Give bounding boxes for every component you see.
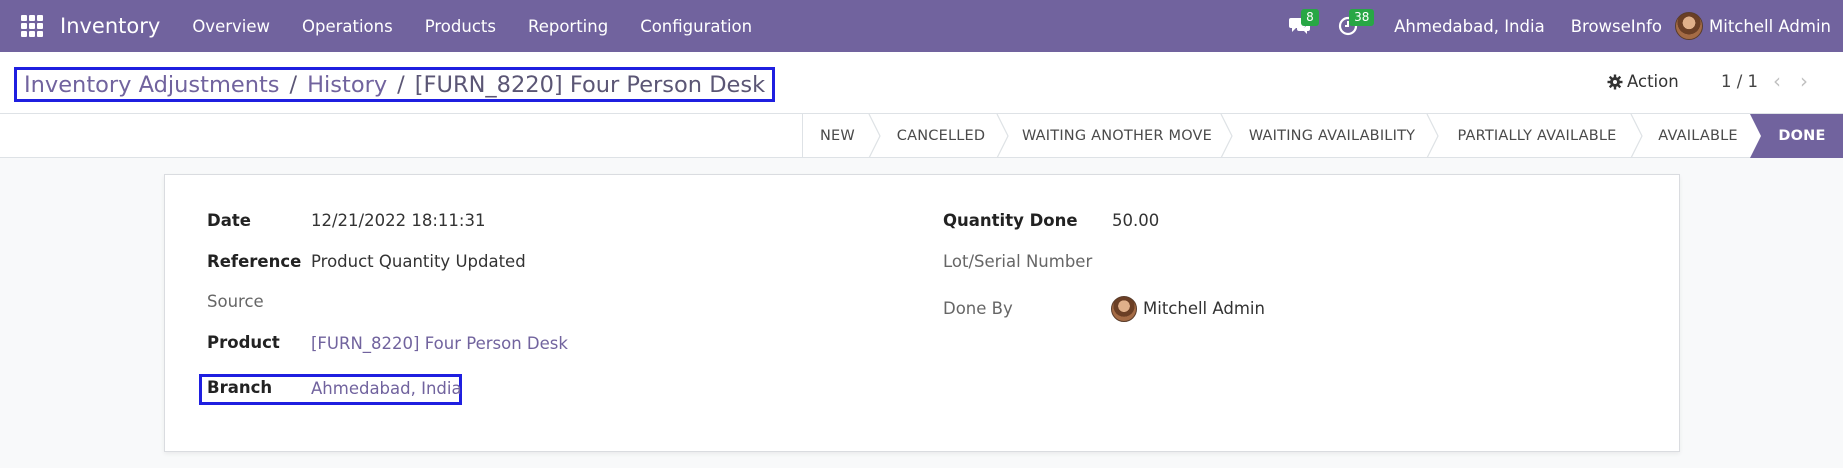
top-navbar: Inventory Overview Operations Products R… <box>0 0 1843 52</box>
breadcrumb-separator: / <box>289 71 298 98</box>
breadcrumb-history[interactable]: History <box>307 72 387 98</box>
menu-reporting[interactable]: Reporting <box>512 17 624 36</box>
reference-label: Reference <box>207 252 302 271</box>
gear-icon <box>1607 74 1623 89</box>
user-menu[interactable]: Mitchell Admin <box>1675 12 1831 40</box>
lot-serial-label: Lot/Serial Number <box>943 252 1093 271</box>
menu-operations[interactable]: Operations <box>286 17 409 36</box>
quantity-done-value: 50.00 <box>1112 211 1160 230</box>
messages-badge: 8 <box>1301 9 1319 26</box>
user-name: Mitchell Admin <box>1709 16 1831 36</box>
stage-cancelled[interactable]: CANCELLED <box>882 114 1000 158</box>
app-name[interactable]: Inventory <box>60 14 160 38</box>
messages-button[interactable]: 8 <box>1285 9 1319 41</box>
stage-waiting-availability[interactable]: WAITING AVAILABILITY <box>1234 114 1430 158</box>
stage-new[interactable]: NEW <box>802 114 872 158</box>
menu-configuration[interactable]: Configuration <box>624 17 768 36</box>
menu-overview[interactable]: Overview <box>176 17 286 36</box>
action-button[interactable]: Action <box>1607 72 1679 91</box>
stage-separator-icon <box>868 114 881 158</box>
done-by-value[interactable]: Mitchell Admin <box>1143 299 1265 318</box>
branch-link[interactable]: Ahmedabad, India <box>311 379 462 398</box>
product-link[interactable]: [FURN_8220] Four Person Desk <box>311 334 568 353</box>
quantity-done-label: Quantity Done <box>943 211 1078 230</box>
main-menu: Overview Operations Products Reporting C… <box>176 17 768 36</box>
stage-separator-icon <box>1630 114 1643 158</box>
reference-value: Product Quantity Updated <box>311 252 526 271</box>
stage-available[interactable]: AVAILABLE <box>1644 114 1752 158</box>
stage-separator-icon <box>1220 114 1233 158</box>
product-label: Product <box>207 333 280 352</box>
date-label: Date <box>207 211 251 230</box>
stage-separator-icon <box>996 114 1009 158</box>
date-value: 12/21/2022 18:11:31 <box>311 211 486 230</box>
avatar <box>1111 296 1137 322</box>
pager-value[interactable]: 1 / 1 <box>1721 72 1758 91</box>
breadcrumb-current-record: [FURN_8220] Four Person Desk <box>414 71 766 98</box>
pager-previous-icon[interactable]: ‹ <box>1773 69 1781 93</box>
done-by-label: Done By <box>943 299 1013 318</box>
control-panel: Inventory Adjustments / History / [FURN_… <box>0 52 1843 114</box>
stage-waiting-another-move[interactable]: WAITING ANOTHER MOVE <box>1010 114 1224 158</box>
activities-badge: 38 <box>1349 9 1375 26</box>
source-label: Source <box>207 292 264 311</box>
pager-next-icon[interactable]: › <box>1800 69 1808 93</box>
org-switcher[interactable]: BrowseInfo <box>1571 17 1662 36</box>
company-switcher[interactable]: Ahmedabad, India <box>1394 17 1545 36</box>
status-bar: NEW CANCELLED WAITING ANOTHER MOVE WAITI… <box>0 114 1843 158</box>
branch-label: Branch <box>207 378 273 397</box>
stage-done[interactable]: DONE <box>1761 114 1843 158</box>
systray: 8 38 Ahmedabad, India BrowseInfo Mitchel… <box>1285 0 1843 52</box>
activities-button[interactable]: 38 <box>1333 9 1375 41</box>
stage-separator-icon <box>1426 114 1439 158</box>
breadcrumb-separator: / <box>397 71 405 98</box>
apps-grid-icon[interactable] <box>20 14 44 38</box>
stage-partially-available[interactable]: PARTIALLY AVAILABLE <box>1440 114 1634 158</box>
menu-products[interactable]: Products <box>409 17 512 36</box>
avatar <box>1675 12 1704 40</box>
breadcrumb: Inventory Adjustments / History / [FURN_… <box>14 67 776 102</box>
breadcrumb-inventory-adjustments[interactable]: Inventory Adjustments <box>24 72 280 98</box>
action-label: Action <box>1627 72 1679 91</box>
